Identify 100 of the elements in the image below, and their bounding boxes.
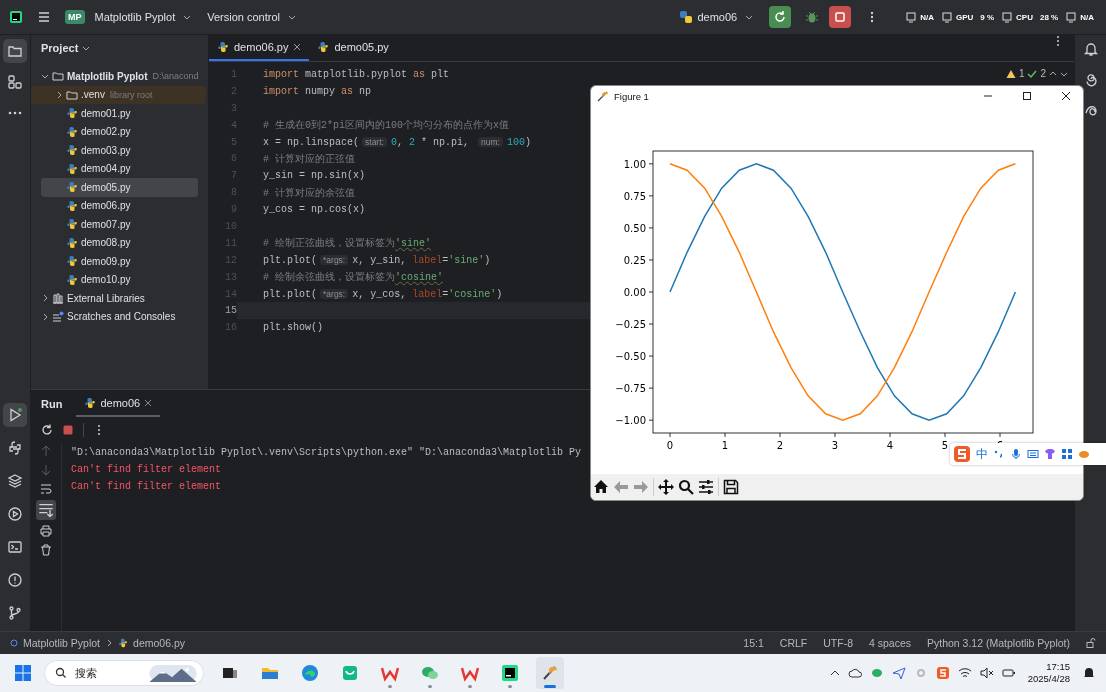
scroll-to-end-icon[interactable] (36, 500, 56, 520)
speech-bubble-icon[interactable] (869, 666, 884, 680)
tree-item[interactable]: demo05.py (41, 178, 198, 197)
tick-mark (648, 259, 654, 261)
check-count[interactable]: 2 (1040, 68, 1046, 79)
status-item[interactable]: 4 spaces (868, 637, 911, 649)
maximize-icon[interactable] (1022, 91, 1032, 101)
bell-icon[interactable] (1082, 41, 1099, 57)
module-icon (10, 639, 18, 647)
tree-item[interactable]: demo02.py (31, 122, 206, 141)
tree-item[interactable]: demo09.py (31, 252, 206, 271)
project-tool-button[interactable] (3, 39, 27, 63)
python-file-icon (66, 162, 78, 175)
shirt-icon[interactable] (1044, 448, 1056, 460)
tree-item[interactable]: demo04.py (31, 159, 206, 178)
monitor-icon (905, 11, 918, 23)
status-item[interactable]: Python 3.12 (Matplotlib Pyplot) (927, 637, 1070, 649)
tree-item[interactable]: .venv library root (31, 85, 206, 104)
tree-item[interactable]: demo07.py (31, 215, 206, 234)
close-icon[interactable] (293, 43, 302, 51)
menu-icon[interactable] (37, 10, 51, 24)
stat-text: N/A (1080, 12, 1094, 22)
cloud-icon[interactable] (847, 666, 862, 680)
tree-item[interactable]: demo01.py (31, 104, 206, 123)
tree-item[interactable]: Matplotlib Pyplot D:\anacond (31, 67, 206, 86)
app-logo-icon[interactable] (9, 10, 23, 24)
search-field[interactable]: 搜索 (73, 665, 143, 681)
run-tab[interactable]: demo06 (76, 390, 161, 417)
grid-icon[interactable] (1061, 448, 1073, 460)
feather-icon[interactable] (536, 657, 564, 689)
punctuation-icon[interactable] (993, 448, 1005, 460)
arrow-up-icon[interactable] (40, 445, 52, 457)
search-bar[interactable]: 搜索 (44, 660, 204, 686)
console-line: Can't find filter element (71, 464, 222, 477)
tree-item[interactable]: demo06.py (31, 196, 206, 215)
ime-logo-icon[interactable] (935, 666, 950, 680)
tree-item[interactable]: demo08.py (31, 233, 206, 252)
branch-icon (7, 605, 23, 621)
tick-label: 0.00 (623, 287, 646, 298)
tree-item[interactable]: demo03.py (31, 141, 206, 160)
soft-wrap-icon[interactable] (40, 483, 52, 495)
vcs-selector[interactable]: Version control (201, 7, 302, 27)
chevron-down-icon[interactable] (41, 72, 49, 81)
windows-start-icon[interactable] (14, 664, 32, 682)
keyboard-icon[interactable] (1027, 448, 1039, 460)
stat-text: N/A (920, 12, 934, 22)
input-mode-toggle[interactable]: 中 (976, 445, 988, 463)
python-file-icon (66, 273, 78, 286)
run-config-selector[interactable]: demo06 (673, 6, 760, 28)
ime-logo-icon[interactable] (953, 445, 971, 463)
chevron-right-icon[interactable] (55, 90, 63, 99)
clock-date[interactable]: 2025/4/28 (1027, 673, 1070, 685)
status-item[interactable]: CRLF (779, 637, 808, 649)
move-icon[interactable] (658, 479, 674, 495)
python-file-icon (66, 236, 78, 249)
chevron-up-icon[interactable] (829, 668, 840, 678)
project-selector[interactable]: Matplotlib Pyplot (88, 7, 198, 27)
python-file-icon (66, 107, 78, 120)
clock-time[interactable]: 17:15 (1046, 661, 1070, 673)
send-icon[interactable] (891, 666, 906, 680)
search-icon[interactable] (678, 479, 694, 495)
stop-button[interactable] (829, 6, 852, 28)
breadcrumb-item[interactable]: Matplotlib Pyplot (23, 637, 101, 649)
breadcrumb-item[interactable]: demo06.py (133, 637, 185, 649)
battery-icon[interactable] (1001, 666, 1016, 680)
status-item[interactable]: UTF-8 (823, 637, 853, 649)
save-icon[interactable] (723, 479, 739, 495)
stop-icon[interactable] (62, 424, 74, 436)
tree-item[interactable]: demo10.py (31, 270, 206, 289)
caret-icon (745, 13, 754, 21)
tick-label: 2 (776, 440, 784, 451)
print-icon[interactable] (40, 525, 52, 537)
tick-label: 5 (941, 440, 949, 451)
caret-icon[interactable] (82, 44, 91, 52)
tree-item[interactable]: Scratches and Consoles (31, 307, 206, 326)
notification-icon[interactable] (1082, 666, 1096, 680)
arrow-down-icon[interactable] (40, 464, 52, 476)
status-item[interactable]: 15:1 (743, 637, 764, 649)
code-line: plt.plot( *args: x, y_sin, label='sine') (262, 253, 491, 268)
speaker-muted-icon[interactable] (979, 666, 994, 680)
warning-count[interactable]: 1 (1018, 68, 1025, 79)
chevron-up-icon[interactable] (1049, 69, 1057, 78)
bug-icon[interactable] (805, 10, 820, 24)
tick-mark (648, 291, 654, 293)
sliders-icon[interactable] (698, 479, 714, 495)
books-icon (52, 292, 64, 305)
tree-item[interactable]: External Libraries (31, 289, 206, 308)
trash-icon[interactable] (40, 544, 52, 556)
lock-icon[interactable] (1086, 638, 1096, 648)
rerun-icon[interactable] (41, 424, 53, 436)
warning-icon (1005, 68, 1016, 79)
close-icon[interactable] (1061, 91, 1071, 101)
wifi-icon[interactable] (957, 666, 972, 680)
editor-tab[interactable]: demo05.py (309, 35, 397, 61)
rerun-button[interactable] (769, 6, 792, 28)
home-icon[interactable] (593, 479, 609, 495)
panel-title[interactable]: Project (41, 42, 79, 54)
run-tool-button[interactable] (3, 403, 27, 427)
editor-tab[interactable]: demo06.py (209, 35, 310, 61)
microphone-icon[interactable] (1010, 448, 1022, 460)
